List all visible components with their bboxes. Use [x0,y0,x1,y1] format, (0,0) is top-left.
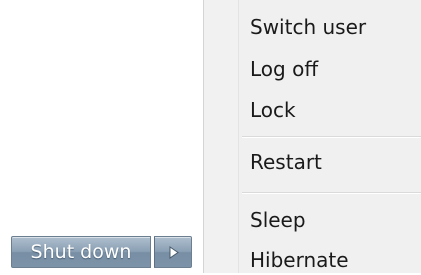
shutdown-button[interactable]: Shut down [11,236,151,268]
menu-separator [242,136,421,138]
shutdown-split-button: Shut down [11,236,192,268]
menu-item-restart[interactable]: Restart [250,147,322,177]
menu-item-log-off[interactable]: Log off [250,54,318,84]
menu-item-lock[interactable]: Lock [250,95,296,125]
menu-icon-gutter [204,0,239,273]
power-options-menu: Switch user Log off Lock Restart Sleep H… [203,0,421,273]
menu-item-hibernate[interactable]: Hibernate [250,245,349,275]
menu-item-switch-user[interactable]: Switch user [250,12,366,42]
menu-separator [242,192,421,194]
shutdown-options-arrow-button[interactable] [154,236,192,268]
menu-item-sleep[interactable]: Sleep [250,205,306,235]
chevron-right-icon [169,246,179,259]
